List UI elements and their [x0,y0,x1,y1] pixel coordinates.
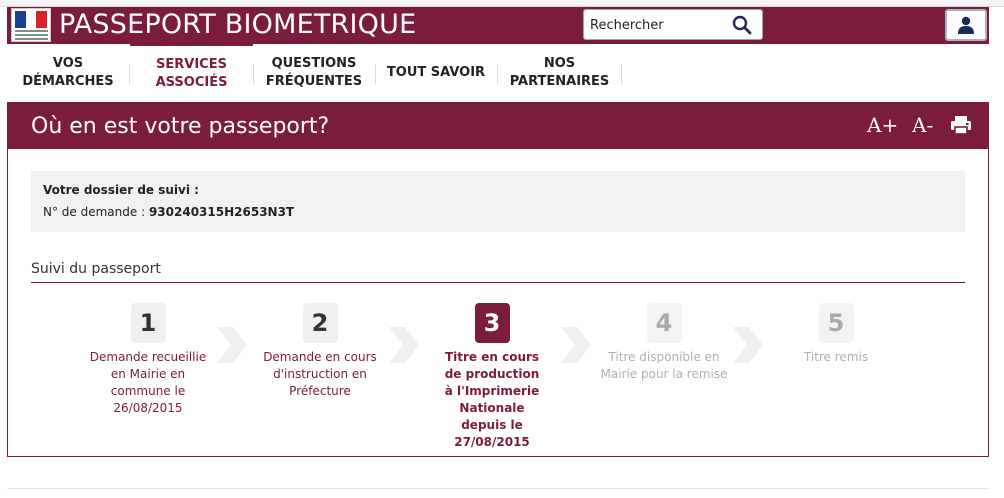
step-number: 2 [302,303,338,343]
tracking-section-title: Suivi du passeport [31,261,161,277]
passport-status-card: Où en est votre passeport? A+ A- Votre d… [7,102,989,457]
search-box[interactable] [583,9,763,40]
main-nav: VOS DÉMARCHES SERVICES ASSOCIÉS QUESTION… [7,44,989,102]
search-icon[interactable] [732,15,752,35]
request-number-line: N° de demande : 930240315H2653N3T [43,205,294,219]
nav-tout-savoir[interactable]: TOUT SAVOIR [377,44,495,102]
card-header: Où en est votre passeport? A+ A- [8,103,988,149]
logo-text-lines [15,30,48,32]
tracking-step-5: 5 Titre remis [771,303,901,366]
user-account-button[interactable] [945,9,987,41]
chevron-right-icon [733,327,763,363]
font-increase-button[interactable]: A+ [867,111,898,139]
nav-services-associes[interactable]: SERVICES ASSOCIÉS [130,44,253,102]
chevron-right-icon [389,327,419,363]
chevron-right-icon [561,327,591,363]
french-flag-icon [15,11,48,28]
nav-questions-frequentes[interactable]: QUESTIONS FRÉQUENTES [255,44,373,102]
search-input[interactable] [590,14,728,36]
step-label: Demande en cours d'instruction en Préfec… [263,350,377,398]
page-title: Où en est votre passeport? [31,114,330,139]
tracking-section-divider [31,282,965,283]
step-label: Titre en cours de production à l'Imprime… [444,350,540,449]
page-bottom-divider [7,488,989,489]
user-icon [958,16,974,34]
dossier-summary: Votre dossier de suivi : N° de demande :… [31,171,965,232]
tracking-step-2: 2 Demande en cours d'instruction en Préf… [255,303,385,400]
print-icon[interactable] [950,114,972,136]
step-number: 4 [646,303,682,343]
dossier-title: Votre dossier de suivi : [43,183,199,197]
tracking-step-4: 4 Titre disponible en Mairie pour la rem… [599,303,729,383]
nav-nos-partenaires[interactable]: NOS PARTENAIRES [498,44,621,102]
tracking-step-3: 3 Titre en cours de production à l'Impri… [427,303,557,451]
republique-francaise-logo[interactable] [11,8,51,42]
nav-divider [375,64,376,84]
step-number: 5 [818,303,854,343]
request-number-value: 930240315H2653N3T [148,205,295,219]
nav-divider [253,64,254,84]
step-number: 3 [474,303,510,343]
step-number: 1 [130,303,166,343]
browser-top-strip [0,0,1004,7]
site-title: PASSEPORT BIOMETRIQUE [59,9,417,40]
step-label: Demande recueillie en Mairie en commune … [89,350,207,415]
site-header: PASSEPORT BIOMETRIQUE [7,7,989,44]
chevron-right-icon [217,327,247,363]
request-number-label: N° de demande : [43,205,146,219]
nav-vos-demarches[interactable]: VOS DÉMARCHES [7,44,129,102]
nav-divider [621,64,622,84]
font-decrease-button[interactable]: A- [912,111,933,139]
tracking-step-1: 1 Demande recueillie en Mairie en commun… [83,303,213,417]
step-label: Titre remis [803,350,869,364]
step-label: Titre disponible en Mairie pour la remis… [600,350,728,381]
